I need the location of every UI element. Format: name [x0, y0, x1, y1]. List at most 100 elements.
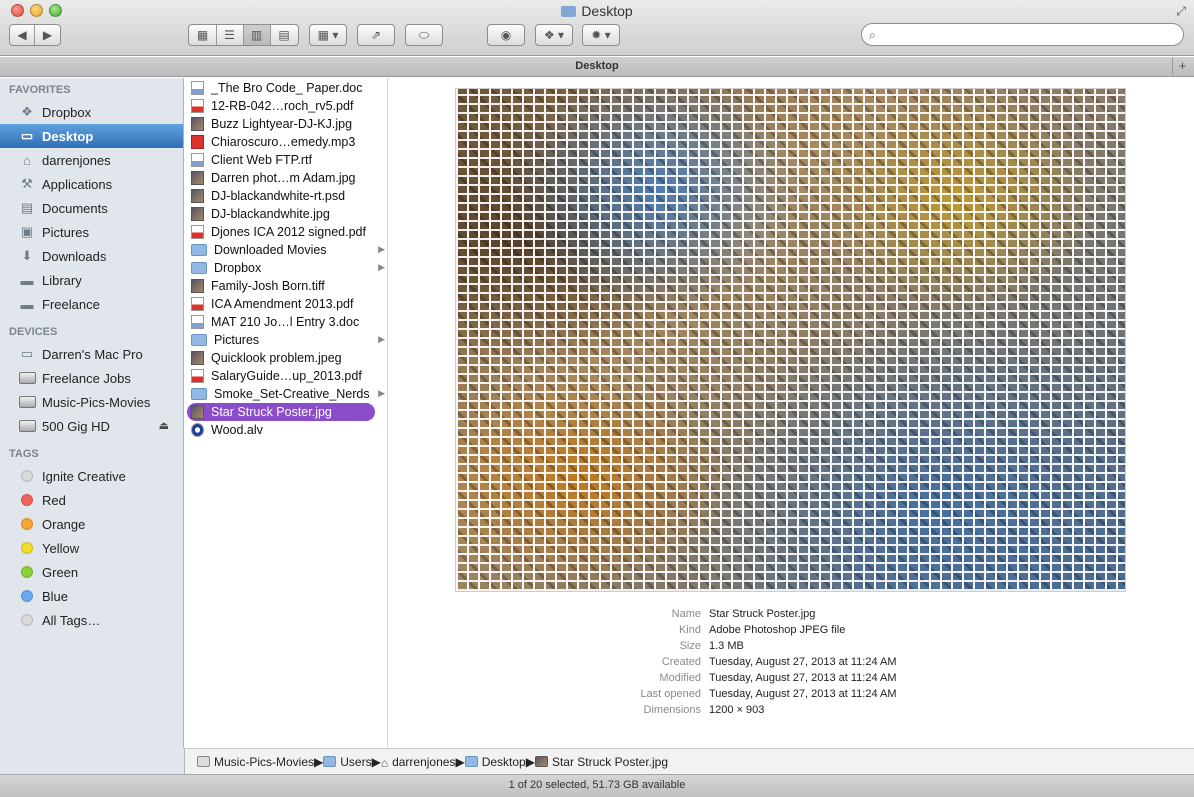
- sidebar-item-library[interactable]: ▬ Library: [0, 268, 183, 292]
- sidebar-item-applications[interactable]: ⚒ Applications: [0, 172, 183, 196]
- sidebar-item-freelance[interactable]: ▬ Freelance: [0, 292, 183, 316]
- path-item[interactable]: Desktop: [464, 755, 526, 769]
- file-row[interactable]: Dropbox ▶: [185, 259, 387, 277]
- share-button[interactable]: ⇗: [357, 24, 395, 46]
- file-row[interactable]: Chiaroscuro…emedy.mp3: [185, 133, 387, 151]
- file-name: Pictures: [214, 333, 260, 347]
- icon-view-button[interactable]: ▦: [190, 25, 217, 45]
- tag-dot-icon: [18, 492, 36, 508]
- path-item[interactable]: Music-Pics-Movies: [197, 755, 314, 769]
- info-value: 1200 × 903: [709, 704, 765, 716]
- file-name: ICA Amendment 2013.pdf: [211, 297, 354, 311]
- sidebar-item-all-tags[interactable]: All Tags…: [0, 608, 183, 632]
- cover-flow-button[interactable]: ▤: [271, 25, 298, 45]
- sidebar-item-pictures[interactable]: ▣ Pictures: [0, 220, 183, 244]
- file-row[interactable]: Quicklook problem.jpeg: [185, 349, 387, 367]
- file-row[interactable]: Smoke_Set-Creative_Nerds ▶: [185, 385, 387, 403]
- column-view-button[interactable]: ▥: [243, 25, 271, 45]
- search-field[interactable]: ⌕: [861, 23, 1184, 46]
- quick-look-button[interactable]: ◉: [487, 24, 525, 46]
- disclosure-arrow-icon: ▶: [378, 244, 385, 254]
- disk-icon: [18, 370, 36, 386]
- sidebar-item-documents[interactable]: ▤ Documents: [0, 196, 183, 220]
- path-item[interactable]: Star Struck Poster.jpg: [534, 755, 668, 769]
- sidebar-item-red[interactable]: Red: [0, 488, 183, 512]
- path-bar: Music-Pics-Movies ▶ Users ▶ ⌂ darrenjones ▶ Des…: [185, 748, 1194, 774]
- file-row[interactable]: Client Web FTP.rtf: [185, 151, 387, 169]
- sidebar-item-darrenjones[interactable]: ⌂ darrenjones: [0, 148, 183, 172]
- folder-icon: [464, 756, 478, 767]
- sidebar-item-green[interactable]: Green: [0, 560, 183, 584]
- file-row[interactable]: Family-Josh Born.tiff: [185, 277, 387, 295]
- sidebar-item-orange[interactable]: Orange: [0, 512, 183, 536]
- tag-dot-icon: [18, 588, 36, 604]
- folder-icon: [191, 262, 207, 274]
- pictures-icon: ▣: [20, 224, 34, 239]
- file-row[interactable]: Downloaded Movies ▶: [185, 241, 387, 259]
- file-row[interactable]: ICA Amendment 2013.pdf: [185, 295, 387, 313]
- sidebar-item-freelance-jobs[interactable]: Freelance Jobs: [0, 366, 183, 390]
- sidebar-item-downloads[interactable]: ⬇ Downloads: [0, 244, 183, 268]
- back-button[interactable]: ◀: [10, 25, 36, 45]
- path-item[interactable]: ⌂ darrenjones: [381, 754, 456, 771]
- sidebar-item-label: Pictures: [42, 224, 89, 240]
- file-name: Dropbox: [214, 261, 262, 275]
- sidebar-item-yellow[interactable]: Yellow: [0, 536, 183, 560]
- img-file-icon: [191, 351, 204, 365]
- dropbox-button[interactable]: ❖ ▾: [535, 24, 573, 46]
- path-separator-icon: ▶: [314, 754, 324, 769]
- file-row[interactable]: Pictures ▶: [185, 331, 387, 349]
- sidebar-item-dropbox[interactable]: ❖ Dropbox: [0, 100, 183, 124]
- eject-icon[interactable]: ⏏: [159, 419, 169, 432]
- file-row[interactable]: Darren phot…m Adam.jpg: [185, 169, 387, 187]
- doc-file-icon: [191, 315, 204, 329]
- folder-icon: [191, 388, 207, 400]
- sidebar-item-blue[interactable]: Blue: [0, 584, 183, 608]
- info-row: Created Tuesday, August 27, 2013 at 11:24…: [389, 656, 1194, 672]
- sidebar-item-music-pics-movies[interactable]: Music-Pics-Movies: [0, 390, 183, 414]
- sidebar-item-ignite-creative[interactable]: Ignite Creative: [0, 464, 183, 488]
- tags-button[interactable]: ⬭: [405, 24, 443, 46]
- sidebar-item-label: Documents: [42, 200, 108, 216]
- sidebar-item-label: Dropbox: [42, 104, 92, 120]
- alv-file-icon: [191, 423, 204, 437]
- tab-desktop[interactable]: Desktop: [575, 60, 618, 72]
- file-row[interactable]: Wood.alv: [185, 421, 387, 439]
- file-row[interactable]: DJ-blackandwhite-rt.psd: [185, 187, 387, 205]
- list-view-button[interactable]: ☰: [217, 25, 244, 45]
- sidebar-item-label: 500 Gig HD: [42, 418, 110, 434]
- file-row[interactable]: DJ-blackandwhite.jpg: [185, 205, 387, 223]
- tag-icon: ⬭: [418, 27, 430, 42]
- file-row[interactable]: Buzz Lightyear-DJ-KJ.jpg: [185, 115, 387, 133]
- file-row[interactable]: MAT 210 Jo…l Entry 3.doc: [185, 313, 387, 331]
- chevron-right-icon: ▶: [42, 28, 53, 42]
- sidebar-item-darren-s-mac-pro[interactable]: ▭ Darren's Mac Pro: [0, 342, 183, 366]
- file-row[interactable]: Djones ICA 2012 signed.pdf: [185, 223, 387, 241]
- chevron-left-icon: ◀: [17, 28, 27, 42]
- sidebar-footer: [0, 748, 185, 774]
- file-row[interactable]: Star Struck Poster.jpg: [187, 403, 375, 421]
- file-row[interactable]: _The Bro Code_ Paper.doc: [185, 79, 387, 97]
- sidebar-item-500-gig-hd[interactable]: 500 Gig HD ⏏: [0, 414, 183, 438]
- action-button[interactable]: ✹ ▾: [582, 24, 620, 46]
- search-input[interactable]: [886, 26, 1176, 43]
- forward-button[interactable]: ▶: [35, 25, 60, 45]
- path-separator-icon: ▶: [371, 754, 381, 769]
- sidebar-item-desktop[interactable]: ▭ Desktop: [0, 124, 183, 148]
- disk-icon: [197, 756, 210, 767]
- file-name: SalaryGuide…up_2013.pdf: [211, 369, 362, 383]
- file-name: Quicklook problem.jpeg: [211, 351, 342, 365]
- path-item-label: darrenjones: [392, 754, 456, 769]
- preview-image: [455, 88, 1126, 592]
- file-row[interactable]: 12-RB-042…roch_rv5.pdf: [185, 97, 387, 115]
- home-icon: ⌂: [23, 152, 31, 168]
- pdf-file-icon: [191, 297, 204, 311]
- path-item[interactable]: Users: [323, 755, 372, 769]
- arrange-button[interactable]: ▦ ▾: [309, 24, 347, 46]
- info-row: Name Star Struck Poster.jpg: [389, 608, 1194, 624]
- add-tab-button[interactable]: +: [1172, 58, 1192, 75]
- fullscreen-icon[interactable]: ⤢: [1176, 4, 1186, 19]
- file-row[interactable]: SalaryGuide…up_2013.pdf: [185, 367, 387, 385]
- sidebar-item-label: Freelance Jobs: [42, 370, 131, 386]
- path-item-label: Music-Pics-Movies: [214, 754, 315, 769]
